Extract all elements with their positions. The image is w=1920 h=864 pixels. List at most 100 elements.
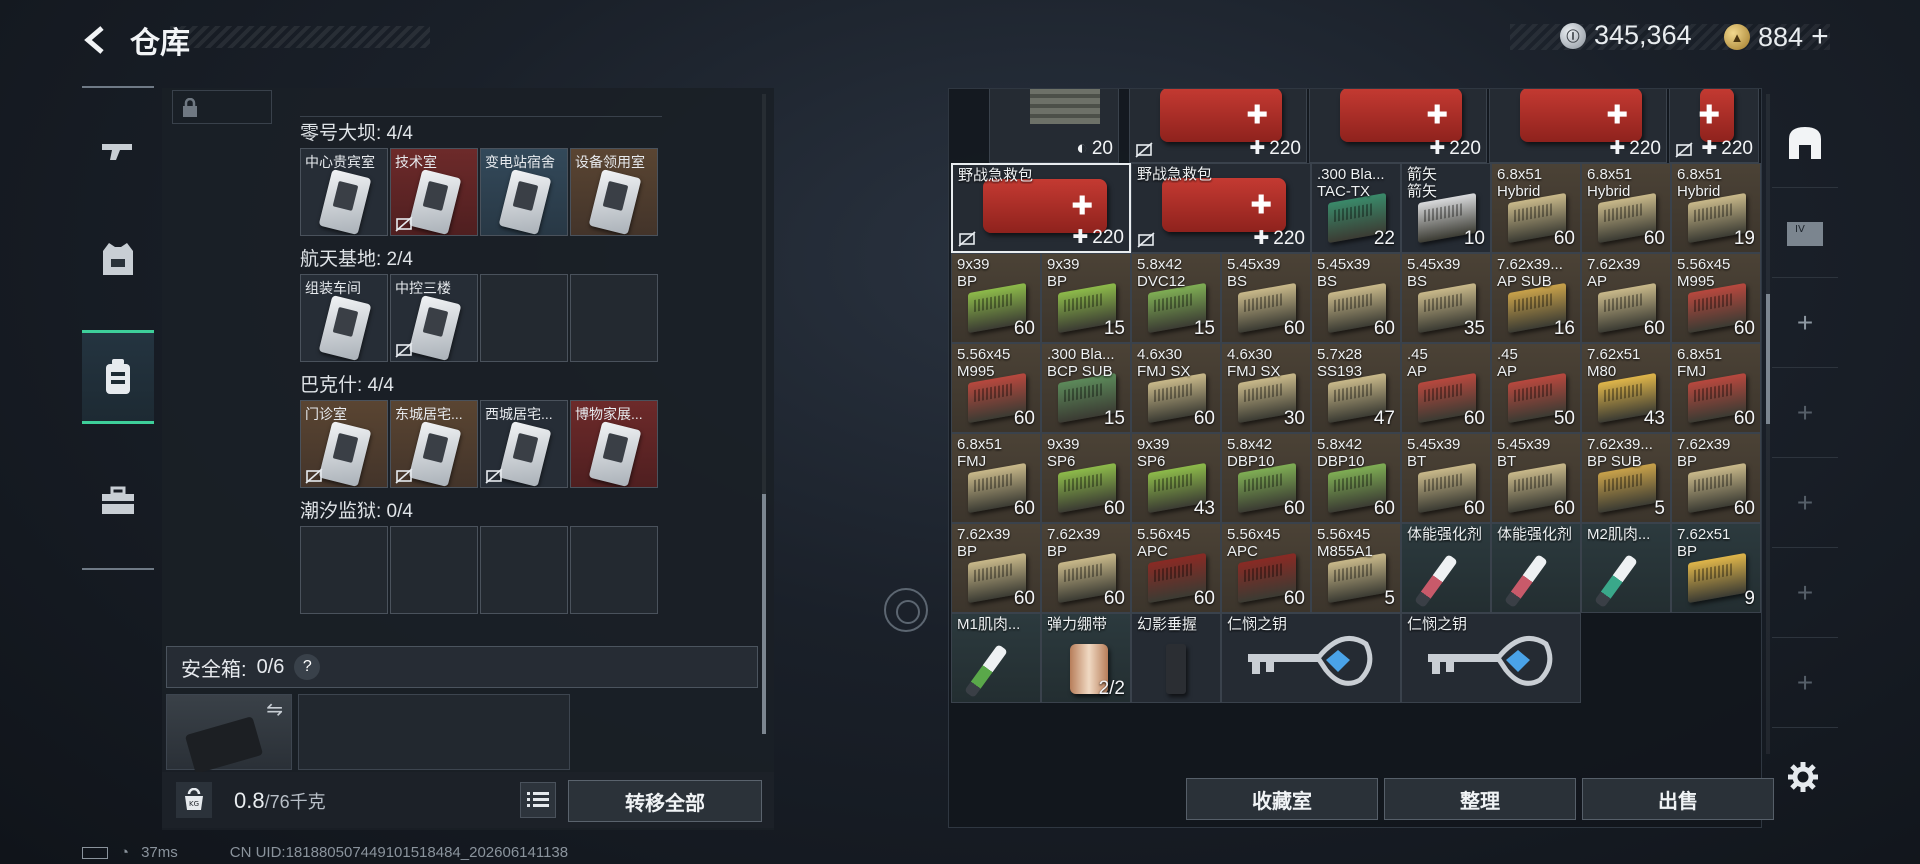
nav-weapons[interactable]	[82, 104, 154, 198]
key-card-slot[interactable]: 博物家展...	[570, 400, 658, 488]
inventory-item[interactable]: 5.56x45 APC 60	[1131, 523, 1221, 613]
empty-key-slot[interactable]	[480, 526, 568, 614]
item-quantity: 9	[1744, 588, 1755, 609]
nav-toolbox[interactable]	[82, 454, 154, 548]
inventory-item[interactable]: 5.8x42 DBP10 60	[1221, 433, 1311, 523]
inventory-item[interactable]: 4.6x30 FMJ SX 60	[1131, 343, 1221, 433]
inventory-item[interactable]: 7.62x39 BP 60	[1041, 523, 1131, 613]
inventory-item[interactable]: 弹力绷带 2/2	[1041, 613, 1131, 703]
collection-tab[interactable]: IV	[1772, 188, 1838, 278]
help-icon[interactable]: ?	[294, 654, 321, 680]
key-card-slot[interactable]: 技术室	[390, 148, 478, 236]
safe-box-item[interactable]: ⇋	[166, 694, 292, 774]
inventory-item[interactable]: 野战急救包 ✚220	[1131, 163, 1311, 253]
left-scroll-thumb[interactable]	[762, 494, 766, 734]
inventory-item[interactable]: 7.62x39... BP SUB 5	[1581, 433, 1671, 523]
add-tab-4[interactable]: +	[1772, 548, 1838, 638]
organize-button[interactable]: 整理	[1384, 778, 1576, 820]
key-card-slot[interactable]: 东城居宅...	[390, 400, 478, 488]
inventory-item[interactable]: ✚220	[1129, 89, 1307, 163]
add-gold-button[interactable]: +	[1811, 20, 1829, 54]
inventory-item[interactable]: 5.45x39 BS 60	[1311, 253, 1401, 343]
item-name: M1肌肉...	[957, 616, 1021, 633]
inventory-item[interactable]: 7.62x39... AP SUB 16	[1491, 253, 1581, 343]
key-card-slot[interactable]: 中控三楼	[390, 274, 478, 362]
inventory-item[interactable]: ✚220	[1309, 89, 1487, 163]
inventory-item[interactable]: 仁悯之钥	[1221, 613, 1401, 703]
empty-key-slot[interactable]	[390, 526, 478, 614]
key-card-slot[interactable]: 门诊室	[300, 400, 388, 488]
transfer-all-button[interactable]: 转移全部	[568, 780, 762, 822]
inventory-scroll-thumb[interactable]	[1766, 294, 1770, 424]
item-name: 7.62x39 BP	[1677, 436, 1731, 470]
key-card-slot[interactable]: 西城居宅...	[480, 400, 568, 488]
inventory-item[interactable]: 7.62x39 AP 60	[1581, 253, 1671, 343]
inventory-item[interactable]: 箭矢 箭矢 10	[1401, 163, 1491, 253]
inventory-item[interactable]: ◐ 20	[989, 89, 1119, 163]
gold-currency[interactable]: ▲ 884 +	[1724, 20, 1829, 54]
inventory-item[interactable]: 9x39 BP 15	[1041, 253, 1131, 343]
add-tab-5[interactable]: +	[1772, 638, 1838, 728]
inventory-item[interactable]: 6.8x51 Hybrid 19	[1671, 163, 1761, 253]
inventory-item[interactable]: 6.8x51 FMJ 60	[1671, 343, 1761, 433]
inventory-item[interactable]: 9x39 SP6 43	[1131, 433, 1221, 523]
inventory-item[interactable]: 6.8x51 Hybrid 60	[1581, 163, 1671, 253]
inventory-item[interactable]: 5.45x39 BT 60	[1401, 433, 1491, 523]
nav-armor[interactable]	[82, 212, 154, 306]
inventory-item[interactable]: 6.8x51 FMJ 60	[951, 433, 1041, 523]
inventory-item[interactable]: 5.8x42 DBP10 60	[1311, 433, 1401, 523]
nav-backpack[interactable]	[82, 330, 154, 424]
inventory-item[interactable]: 7.62x39 BP 60	[951, 523, 1041, 613]
back-arrow-icon[interactable]	[80, 23, 114, 57]
inventory-item[interactable]: 7.62x51 BP 9	[1671, 523, 1761, 613]
add-tab-3[interactable]: +	[1772, 458, 1838, 548]
empty-key-slot[interactable]	[300, 526, 388, 614]
item-durability: ✚ 220	[1249, 137, 1301, 160]
no-mark-icon	[485, 468, 503, 484]
inventory-item[interactable]: ✚220	[1489, 89, 1667, 163]
list-view-button[interactable]	[520, 782, 556, 818]
settings-button[interactable]	[1786, 760, 1820, 794]
inventory-item[interactable]: M2肌肉...	[1581, 523, 1671, 613]
inventory-item[interactable]: 5.56x45 APC 60	[1221, 523, 1311, 613]
inventory-item[interactable]: 幻影垂握	[1131, 613, 1221, 703]
inventory-item[interactable]: 5.8x42 DVC12 15	[1131, 253, 1221, 343]
inventory-item[interactable]: 5.45x39 BS 35	[1401, 253, 1491, 343]
add-tab-1[interactable]: +	[1772, 278, 1838, 368]
inventory-item[interactable]: 7.62x51 M80 43	[1581, 343, 1671, 433]
key-card-slot[interactable]: 设备领用室	[570, 148, 658, 236]
inventory-item[interactable]: .45 AP 50	[1491, 343, 1581, 433]
inventory-item[interactable]: 5.45x39 BT 60	[1491, 433, 1581, 523]
inventory-item[interactable]: .45 AP 60	[1401, 343, 1491, 433]
empty-key-slot[interactable]	[570, 274, 658, 362]
inventory-item[interactable]: 9x39 SP6 60	[1041, 433, 1131, 523]
inventory-item[interactable]: M1肌肉...	[951, 613, 1041, 703]
inventory-item[interactable]: 4.6x30 FMJ SX 30	[1221, 343, 1311, 433]
inventory-item[interactable]: 9x39 BP 60	[951, 253, 1041, 343]
inventory-item[interactable]: 体能强化剂	[1401, 523, 1491, 613]
key-card-slot[interactable]: 组装车间	[300, 274, 388, 362]
inventory-item[interactable]: 5.7x28 SS193 47	[1311, 343, 1401, 433]
inventory-item[interactable]: 野战急救包 ✚220	[951, 163, 1131, 253]
inventory-item[interactable]: .300 Bla... BCP SUB 15	[1041, 343, 1131, 433]
inventory-item[interactable]: 5.56x45 M995 60	[951, 343, 1041, 433]
empty-key-slot[interactable]	[480, 274, 568, 362]
inventory-item[interactable]: .300 Bla... TAC-TX 22	[1311, 163, 1401, 253]
inventory-item[interactable]: 5.56x45 M855A1 5	[1311, 523, 1401, 613]
sell-button[interactable]: 出售	[1582, 778, 1774, 820]
key-card-slot[interactable]: 变电站宿舍	[480, 148, 568, 236]
inventory-item[interactable]: 仁悯之钥	[1401, 613, 1581, 703]
swap-icon[interactable]: ⇋	[266, 697, 283, 722]
stash-tab[interactable]	[1772, 98, 1838, 188]
key-card-slot[interactable]: 中心贵宾室	[300, 148, 388, 236]
inventory-item[interactable]: 6.8x51 Hybrid 60	[1491, 163, 1581, 253]
inventory-item[interactable]: 7.62x39 BP 60	[1671, 433, 1761, 523]
inventory-item[interactable]: 5.56x45 M995 60	[1671, 253, 1761, 343]
inventory-item[interactable]: ✚220	[1669, 89, 1759, 163]
collection-button[interactable]: 收藏室	[1186, 778, 1378, 820]
inventory-item[interactable]: 体能强化剂	[1491, 523, 1581, 613]
inventory-scrollbar[interactable]	[1766, 94, 1770, 754]
empty-key-slot[interactable]	[570, 526, 658, 614]
inventory-item[interactable]: 5.45x39 BS 60	[1221, 253, 1311, 343]
add-tab-2[interactable]: +	[1772, 368, 1838, 458]
